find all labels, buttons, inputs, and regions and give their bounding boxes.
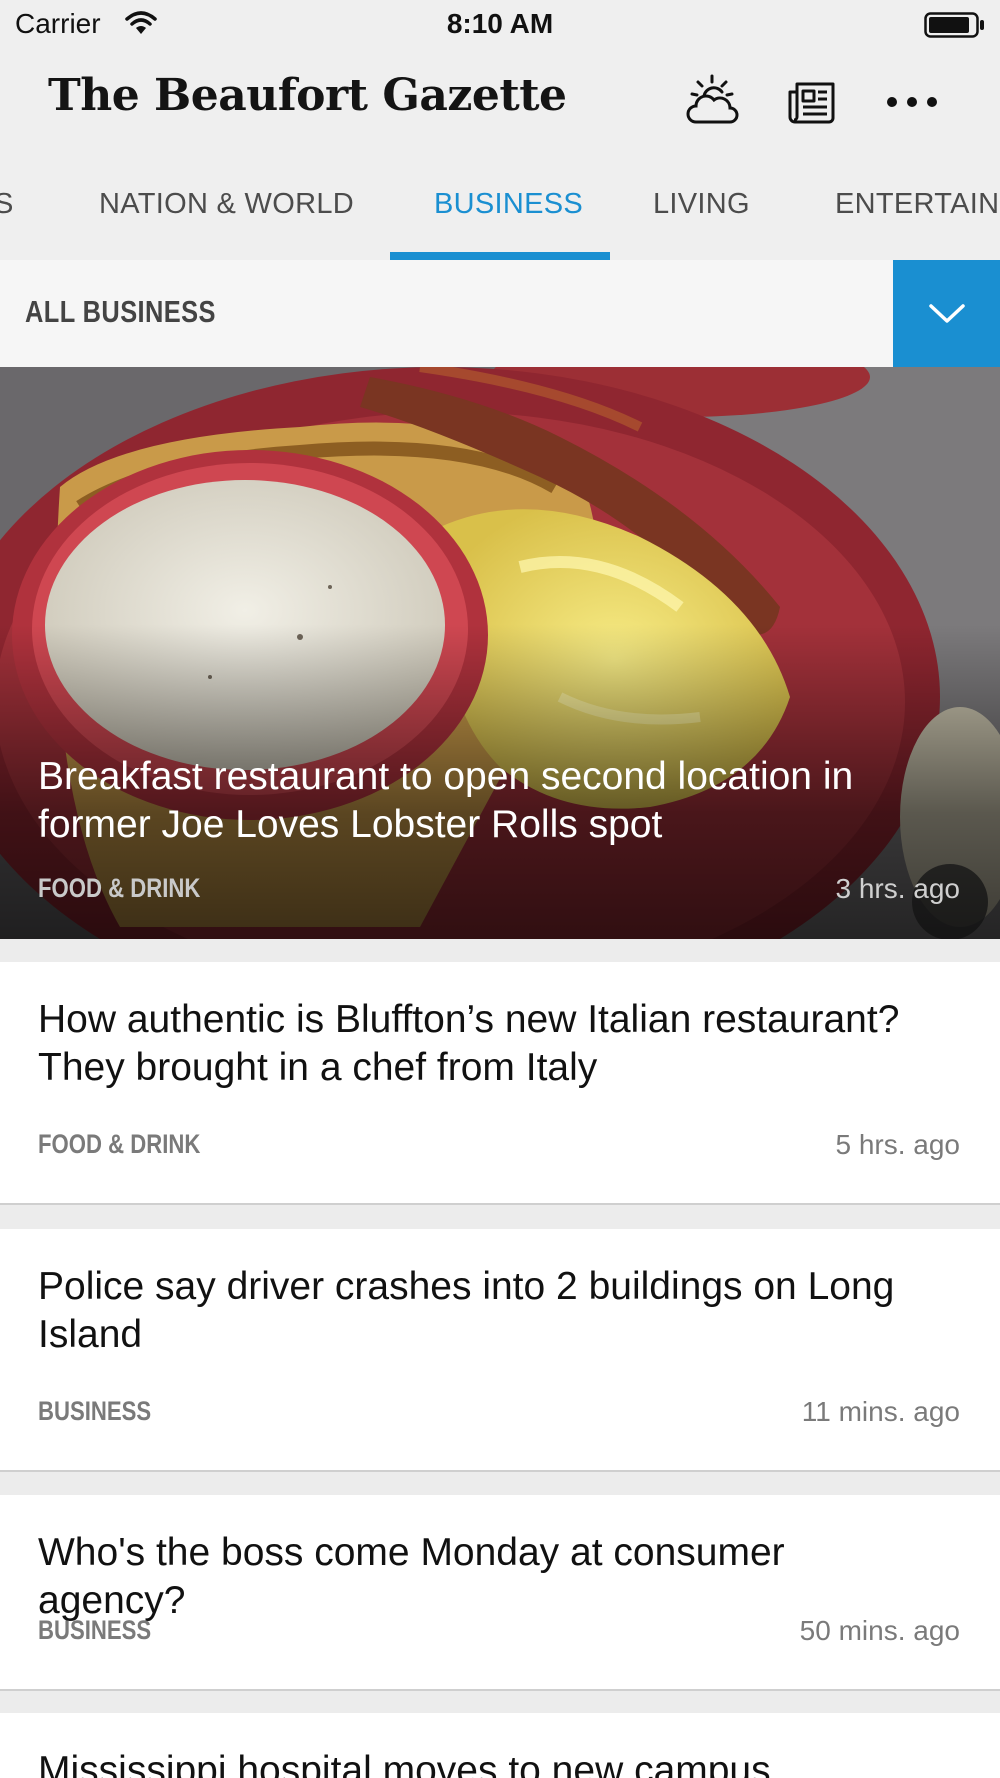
active-tab-indicator <box>390 252 610 260</box>
article-card[interactable]: Who's the boss come Monday at consumer a… <box>0 1495 1000 1691</box>
hero-gradient-overlay <box>0 367 1000 939</box>
tab-entertainment[interactable]: ENTERTAINM <box>835 188 1000 221</box>
chevron-down-icon <box>928 303 965 323</box>
article-timestamp: 50 mins. ago <box>799 1615 960 1646</box>
article-headline[interactable]: Mississippi hospital moves to new campus <box>38 1747 938 1778</box>
article-headline[interactable]: Who's the boss come Monday at consumer a… <box>38 1529 938 1625</box>
section-dropdown-button[interactable] <box>893 260 1000 367</box>
battery-icon <box>924 12 986 43</box>
tab-living[interactable]: LIVING <box>653 188 750 221</box>
tab-partial-left[interactable]: S <box>0 188 14 221</box>
article-card[interactable]: Police say driver crashes into 2 buildin… <box>0 1229 1000 1472</box>
app-header: The Beaufort Gazette <box>0 50 1000 150</box>
weather-icon[interactable] <box>680 70 744 134</box>
tab-nation-world[interactable]: NATION & WORLD <box>99 188 354 221</box>
hero-timestamp: 3 hrs. ago <box>835 873 960 904</box>
article-card[interactable]: Mississippi hospital moves to new campus <box>0 1713 1000 1778</box>
article-headline[interactable]: How authentic is Bluffton’s new Italian … <box>38 996 938 1092</box>
hero-story[interactable]: Breakfast restaurant to open second loca… <box>0 367 1000 939</box>
hero-category[interactable]: FOOD & DRINK <box>38 873 200 904</box>
article-category[interactable]: BUSINESS <box>38 1615 151 1646</box>
section-tabs: S NATION & WORLD BUSINESS LIVING ENTERTA… <box>0 150 1000 260</box>
article-timestamp: 11 mins. ago <box>801 1396 960 1427</box>
more-icon[interactable] <box>880 70 944 134</box>
article-headline[interactable]: Police say driver crashes into 2 buildin… <box>38 1263 938 1359</box>
epaper-icon[interactable] <box>780 70 844 134</box>
article-timestamp: 5 hrs. ago <box>835 1129 960 1160</box>
section-bar: ALL BUSINESS <box>0 260 1000 367</box>
tab-business[interactable]: BUSINESS <box>434 188 583 221</box>
article-category[interactable]: BUSINESS <box>38 1396 151 1427</box>
masthead-logo[interactable]: The Beaufort Gazette <box>48 70 567 121</box>
article-card[interactable]: How authentic is Bluffton’s new Italian … <box>0 962 1000 1205</box>
article-category[interactable]: FOOD & DRINK <box>38 1129 200 1160</box>
status-bar: Carrier 8:10 AM <box>0 0 1000 50</box>
hero-headline[interactable]: Breakfast restaurant to open second loca… <box>38 753 918 849</box>
status-time: 8:10 AM <box>446 8 554 39</box>
section-title: ALL BUSINESS <box>25 294 216 329</box>
